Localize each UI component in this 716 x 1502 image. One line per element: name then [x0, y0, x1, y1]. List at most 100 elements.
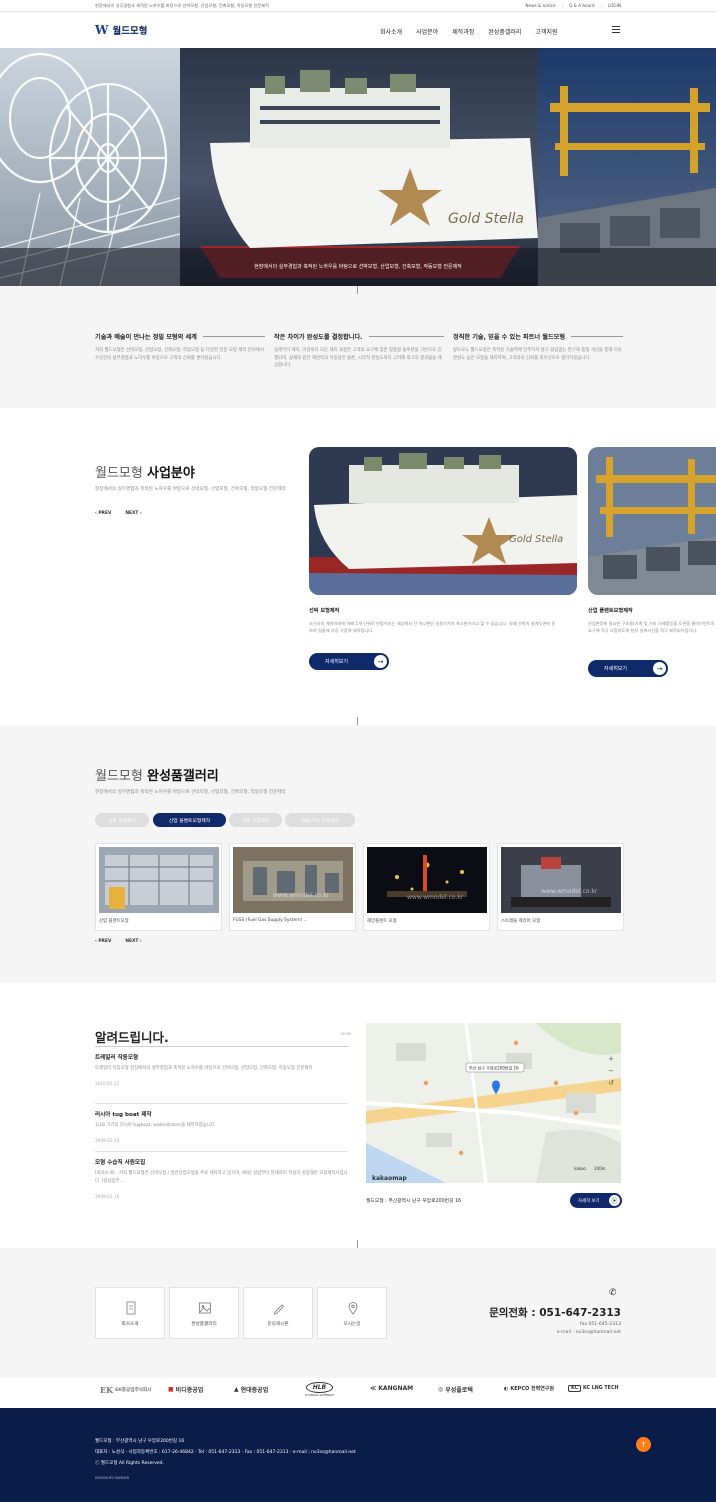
nav-business[interactable]: 사업분야: [416, 27, 438, 36]
notice-item-date: 2010-01-22: [95, 1081, 120, 1086]
tab-plant[interactable]: 산업 플랜트모형제작: [153, 813, 226, 827]
footer-copyright: ⓒ 월드모형 All Rights Reserved.: [95, 1461, 164, 1466]
prev-button[interactable]: ‹ PREV: [95, 939, 111, 944]
pencil-icon: [273, 1304, 285, 1315]
main-nav: 회사소개 사업분야 제작과정 완성품갤러리 고객지원: [380, 27, 558, 36]
tab-ship[interactable]: 선박 모형제작: [95, 813, 149, 827]
news-link[interactable]: News & notice: [525, 3, 555, 8]
quick-link-label: 회사소개: [121, 1322, 139, 1327]
partner-logo: KC KC LNG TECH: [568, 1385, 619, 1392]
qna-link[interactable]: Q & A board: [569, 3, 595, 8]
map-zoom-controls[interactable]: + − ↺: [606, 1053, 616, 1133]
business-card-desc: 산업현장에 필요한 구조물(기계 및 기타 시제품등을 도면을 클라이언트의 요…: [588, 621, 715, 634]
intro-body: 설계부터 제작, 마감까지 모든 제작 과정은 고객의 요구에 맞춘 맞춤형 솔…: [274, 348, 442, 368]
business-card-title: 산업 플랜트모형제작: [588, 608, 633, 614]
hamburger-menu-icon[interactable]: [612, 26, 620, 33]
notice-item[interactable]: 모형 수습직 사원모집 [회사소개] - 저희 월드모형은 선박모형 / 일반산…: [95, 1158, 348, 1199]
arrow-up-icon: ↑: [640, 1440, 647, 1449]
notice-item-date: 2009-02-24: [95, 1138, 120, 1143]
intro-column: 정직한 기술, 믿을 수 있는 파트너 월드모형 앞으로도 월드모형은 축적된 …: [453, 332, 623, 362]
gallery-item[interactable]: www.wmodel.co.kr FGSS (Fuel Gas Supply S…: [229, 843, 356, 931]
map-detail-button[interactable]: 자세히 보기 ⦿: [570, 1193, 622, 1208]
watermark-text: www.wmodel.co.kr: [541, 888, 598, 895]
divider-line: [357, 286, 358, 294]
partner-logo: ◐ KEPCO 전력연구원: [504, 1385, 554, 1393]
intro-title: 기술과 예술이 만나는 정밀 모형의 세계: [95, 334, 197, 341]
image-icon: [199, 1302, 211, 1314]
arrow-right-icon: →: [653, 662, 666, 675]
gallery-item-caption: 스트래들 캐리어 모형: [501, 919, 541, 924]
divider-line: [95, 1103, 348, 1104]
document-icon: [126, 1301, 136, 1315]
notice-item-body: 1/28 크기의 러시아 tugboat, waterstroom을 제작하였습…: [95, 1123, 217, 1128]
login-link[interactable]: LOGIN: [608, 3, 621, 8]
phone-icon: ✆: [609, 1288, 617, 1298]
quick-link-label: 완성품갤러리: [191, 1322, 217, 1327]
quick-link-inquiry[interactable]: 문의게시판: [243, 1287, 313, 1339]
nav-company[interactable]: 회사소개: [380, 27, 402, 36]
ship-name-text: Gold Stella: [509, 534, 563, 545]
hero-caption: 현장에서의 실무경험과 축적된 노하우를 바탕으로 선박모형, 산업모형, 건축…: [254, 264, 462, 270]
footer: [0, 1408, 716, 1502]
notice-more-link[interactable]: MORE: [341, 1032, 351, 1036]
gallery-item-caption: FGSS (Fuel Gas Supply System) ...: [233, 918, 308, 923]
divider-line: [95, 1046, 348, 1047]
intro-title: 작은 차이가 완성도를 결정합니다.: [274, 334, 363, 341]
nav-gallery[interactable]: 완성품갤러리: [488, 27, 521, 36]
gallery-item[interactable]: 산업 플랜트모형: [95, 843, 222, 931]
map-scale: 100m: [594, 1166, 606, 1171]
scroll-to-top-button[interactable]: ↑: [636, 1437, 651, 1452]
location-pin-icon: ⦿: [609, 1195, 620, 1206]
email-address: e-mail : no3ss@hanmail.net: [556, 1330, 621, 1335]
nav-support[interactable]: 고객지원: [535, 27, 557, 36]
prev-button[interactable]: ‹ PREV: [95, 511, 111, 516]
divider-line: [95, 1151, 348, 1152]
quick-link-company[interactable]: 회사소개: [95, 1287, 165, 1339]
notice-item-body: [회사소개] - 저희 월드모형은 선박모형 / 일반산업모형을 주로 제작하고…: [95, 1171, 348, 1184]
gallery-item-caption: 해양플랜트 모형: [367, 919, 397, 924]
ship-name-text: Gold Stella: [448, 211, 524, 227]
notice-item[interactable]: 트레일러 작동모형 트레일러 작동모형 현장에서의 실무경험과 축적된 노하우를…: [95, 1053, 348, 1086]
tab-operation[interactable]: 작동/기타 모형제작: [285, 813, 355, 827]
footer-address: 월드모형 : 부산광역시 남구 우암로200번길 16: [95, 1439, 185, 1444]
gallery-pager: ‹ PREV NEXT ›: [95, 939, 142, 944]
business-pager: ‹ PREV NEXT ›: [95, 511, 142, 516]
business-card-image[interactable]: [588, 447, 716, 595]
footer-company-info: 대표자 : 노성식 · 사업자등록번호 : 617-26-46842 · Tel…: [95, 1450, 356, 1455]
gallery-desc: 현장에서의 실무경험과 축적된 노하우를 바탕으로 선박모형, 산업모형, 건축…: [95, 790, 286, 795]
phone-number: 문의전화 : 051-647-2313: [489, 1307, 621, 1319]
top-bar: 현장에서의 실무경험과 축적된 노하우를 바탕으로 선박모형, 산업모형, 건축…: [0, 0, 716, 12]
partner-logo: ■ 비디중공업: [168, 1386, 204, 1394]
map-address: 월드모형 : 부산광역시 남구 우암로200번길 16: [366, 1199, 462, 1204]
notice-item-title: 트레일러 작동모형: [95, 1055, 139, 1061]
notice-title: 알려드립니다.: [95, 1030, 169, 1045]
business-desc: 현장에서의 실무경험과 축적된 노하우를 바탕으로 선박모형, 산업모형, 건축…: [95, 487, 286, 492]
location-map[interactable]: 부산 남구 우암로200번길 16 kakaomap kakao 100m + −…: [366, 1023, 621, 1183]
footer-design-credit: DESIGN BY DAMKAR: [95, 1476, 130, 1480]
nav-process[interactable]: 제작과정: [452, 27, 474, 36]
more-button[interactable]: 자세히보기 →: [309, 653, 389, 670]
notice-item-title: 러시아 tug boat 제작: [95, 1112, 152, 1118]
quick-link-directions[interactable]: 오시는길: [317, 1287, 387, 1339]
notice-item[interactable]: 러시아 tug boat 제작 1/28 크기의 러시아 tugboat, wa…: [95, 1110, 348, 1143]
gallery-item-caption: 산업 플랜트모형: [99, 919, 129, 924]
partner-logo: ≪ KANGNAM: [370, 1385, 414, 1392]
top-tagline: 현장에서의 실무경험과 축적된 노하우를 바탕으로 선박모형, 산업모형, 건축…: [95, 3, 269, 8]
quick-link-label: 문의게시판: [267, 1322, 289, 1327]
map-brand-logo: kakaomap: [372, 1175, 408, 1182]
intro-body: 저희 월드모형은 선박모형, 산업모형, 건축모형, 작동모형 등 다양한 전문…: [95, 348, 264, 361]
business-card-desc: 조선사의 계약이래에 억배 1개 단위로 만들어지는 세상에서 단 하나뿐인 실…: [309, 621, 556, 634]
gallery-item[interactable]: www.wmodel.co.kr 스트래들 캐리어 모형: [497, 843, 624, 931]
next-button[interactable]: NEXT ›: [125, 511, 141, 516]
gallery-item[interactable]: www.wmodel.co.kr 해양플랜트 모형: [363, 843, 490, 931]
next-button[interactable]: NEXT ›: [125, 939, 141, 944]
quick-link-gallery[interactable]: 완성품갤러리: [169, 1287, 239, 1339]
business-card-image[interactable]: Gold Stella: [309, 447, 577, 595]
notice-item-title: 모형 수습직 사원모집: [95, 1160, 146, 1166]
partner-logo: HLB HYUNDAI LIFEBOAT: [305, 1382, 334, 1397]
top-links: News & notice | Q & A board | LOGIN: [525, 3, 621, 8]
logo-mark: W: [95, 23, 109, 37]
tab-architecture[interactable]: 건축 모형제작: [229, 813, 282, 827]
logo[interactable]: W 월드모형: [95, 23, 147, 37]
more-button[interactable]: 자세히보기 →: [588, 660, 668, 677]
